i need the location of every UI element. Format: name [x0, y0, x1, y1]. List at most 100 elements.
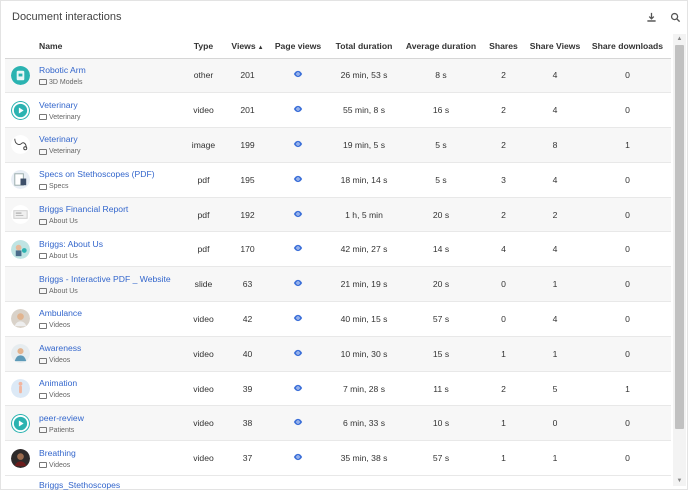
robot-thumbnail	[11, 65, 30, 85]
folder-name: Patients	[49, 426, 75, 434]
table-row: Veterinary Veterinary image 199 19 min, 5 s 5…	[5, 127, 671, 163]
document-link[interactable]: Animation	[39, 378, 77, 388]
cell-name: peer-review Patients	[5, 406, 181, 441]
cell-page-views	[269, 93, 327, 128]
folder-label: About Us	[39, 218, 128, 225]
eye-icon[interactable]	[293, 452, 303, 462]
cell-average-duration: 57 s	[432, 453, 450, 464]
scroll-up-arrow-icon[interactable]: ▲	[673, 34, 686, 44]
search-icon[interactable]	[667, 9, 683, 25]
table-row: Awareness Videos video 40 10 min, 30 s 15 s 1 1…	[5, 336, 671, 372]
folder-icon	[39, 462, 47, 469]
cell-share-views: 1	[552, 453, 558, 464]
document-link[interactable]: Veterinary	[39, 100, 81, 110]
video-play-thumbnail	[11, 100, 30, 120]
folder-icon	[39, 392, 47, 399]
folder-icon	[39, 148, 47, 155]
column-header-total-duration[interactable]: Total duration	[327, 34, 401, 59]
cell-average-duration: 10 s	[432, 418, 450, 429]
cell-share-views: 4	[552, 70, 558, 81]
eye-icon[interactable]	[293, 139, 303, 149]
folder-name: Veterinary	[49, 148, 81, 156]
column-header-page-views[interactable]: Page views	[269, 34, 327, 59]
cell-views: 199	[240, 139, 255, 150]
cell-name: Animation Videos	[5, 371, 181, 406]
folder-icon	[39, 114, 47, 121]
cell-page-views	[269, 58, 327, 93]
folder-name: About Us	[49, 287, 78, 295]
sort-ascending-icon: ▲	[257, 44, 264, 51]
pdf-page-thumbnail	[11, 170, 30, 190]
cell-views: 38	[242, 418, 253, 429]
document-link[interactable]: Specs on Stethoscopes (PDF)	[39, 169, 155, 179]
scroll-down-arrow-icon[interactable]: ▼	[673, 476, 686, 486]
folder-label: Videos	[39, 392, 77, 399]
cell-name: Robotic Arm 3D Models	[5, 58, 181, 93]
document-link[interactable]: peer-review	[39, 413, 84, 423]
document-link[interactable]: Briggs: About Us	[39, 239, 103, 249]
cell-average-duration: 57 s	[432, 313, 450, 324]
cell-average-duration: 14 s	[432, 244, 450, 255]
document-link[interactable]: Briggs - Interactive PDF _ Website	[39, 274, 171, 284]
eye-icon[interactable]	[293, 348, 303, 358]
cell-views: 39	[242, 383, 253, 394]
cell-type: video	[193, 453, 214, 464]
cell-share-downloads: 0	[625, 453, 630, 464]
cell-type: video	[193, 105, 214, 116]
eye-icon[interactable]	[293, 313, 303, 323]
document-link[interactable]: Breathing	[39, 448, 76, 458]
eye-icon[interactable]	[293, 69, 303, 79]
eye-icon[interactable]	[293, 209, 303, 219]
column-header-share-views[interactable]: Share Views	[526, 34, 584, 59]
folder-name: About Us	[49, 218, 78, 226]
cell-average-duration: 8 s	[435, 70, 447, 81]
eye-icon[interactable]	[293, 174, 303, 184]
cell-views: 37	[242, 453, 253, 464]
folder-label: Videos	[39, 357, 81, 364]
document-link[interactable]: Veterinary	[39, 134, 81, 144]
column-header-type[interactable]: Type	[181, 34, 226, 59]
cell-type: pdf	[197, 209, 210, 220]
document-link[interactable]: Ambulance	[39, 308, 82, 318]
cell-average-duration: 11 s	[433, 383, 449, 394]
eye-icon[interactable]	[293, 417, 303, 427]
cell-name: Veterinary Veterinary	[5, 128, 181, 163]
cell-total-duration: 19 min, 5 s	[342, 139, 386, 150]
cell-shares: 2	[501, 105, 506, 116]
scrollbar-thumb[interactable]	[675, 45, 684, 429]
eye-icon[interactable]	[293, 243, 303, 253]
document-link-peek[interactable]: Briggs_Stethoscopes	[39, 480, 120, 490]
table-row: Animation Videos video 39 7 min, 28 s 11 s 2 5 1	[5, 371, 671, 406]
table-row: Veterinary Veterinary video 201 55 min, 8 s 1…	[5, 93, 671, 128]
column-header-shares[interactable]: Shares	[481, 34, 526, 59]
cell-shares: 0	[501, 313, 506, 324]
eye-icon[interactable]	[293, 104, 303, 114]
folder-name: Videos	[49, 392, 71, 400]
cell-views: 42	[242, 313, 253, 324]
table-row: Briggs - Interactive PDF _ Website About …	[5, 266, 671, 302]
cell-shares: 4	[501, 244, 506, 255]
cell-page-views	[269, 232, 327, 267]
cell-share-views: 5	[552, 383, 558, 394]
eye-icon[interactable]	[293, 383, 303, 393]
cell-share-downloads: 0	[625, 244, 630, 255]
column-header-views[interactable]: Views ▲	[226, 34, 269, 59]
cell-share-downloads: 0	[625, 279, 630, 290]
folder-name: About Us	[49, 252, 78, 260]
cell-share-views: 0	[552, 418, 558, 429]
document-link[interactable]: Robotic Arm	[39, 65, 86, 75]
body-thumbnail	[11, 379, 30, 399]
eye-icon[interactable]	[293, 278, 303, 288]
vertical-scrollbar[interactable]: ▲ ▼	[673, 34, 686, 486]
document-link[interactable]: Briggs Financial Report	[39, 204, 128, 214]
cell-type: video	[193, 348, 214, 359]
column-header-name[interactable]: Name	[5, 34, 181, 59]
folder-label: Videos	[39, 462, 76, 469]
download-icon[interactable]	[643, 9, 659, 25]
person-thumbnail	[11, 309, 30, 329]
column-header-share-downloads[interactable]: Share downloads	[584, 34, 671, 59]
table-row: Ambulance Videos video 42 40 min, 15 s 57 s 0 4…	[5, 302, 671, 337]
document-link[interactable]: Awareness	[39, 343, 81, 353]
folder-icon	[39, 288, 47, 295]
column-header-average-duration[interactable]: Average duration	[401, 34, 481, 59]
